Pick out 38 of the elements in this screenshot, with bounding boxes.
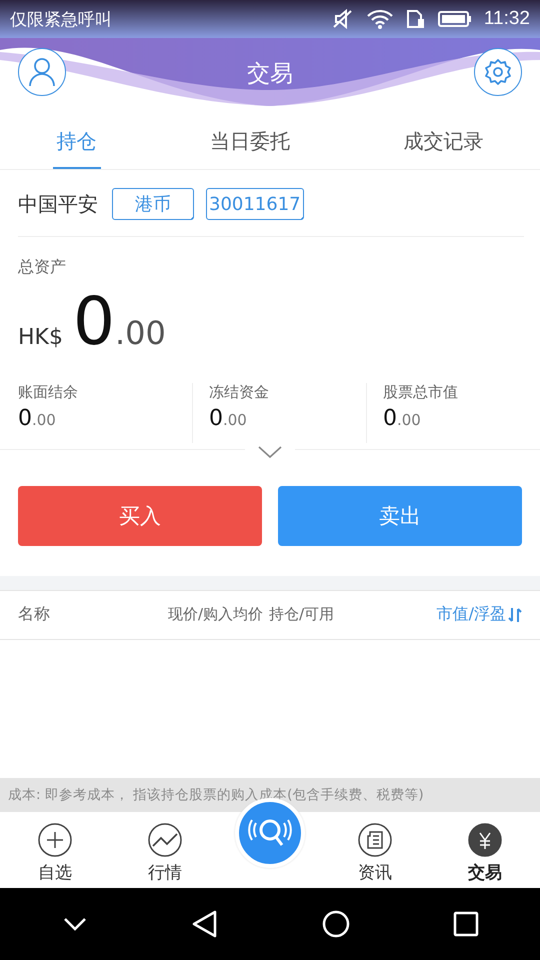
mute-icon [332, 9, 354, 29]
settings-icon [483, 57, 513, 87]
column-header: 名称 [18, 604, 51, 626]
account-name: 中国平安 [18, 190, 98, 218]
stat-value: 0.00 [383, 406, 422, 431]
column-header: 持仓/可用 [269, 605, 334, 624]
stat-label: 冻结资金 [209, 382, 270, 402]
nav-item[interactable]: 自选 [15, 822, 95, 884]
news-icon [357, 822, 393, 858]
tab[interactable]: 当日委托 [206, 118, 294, 169]
person-icon [28, 57, 56, 87]
tab[interactable]: 成交记录 [399, 118, 488, 169]
chevron-down-icon[interactable] [62, 916, 88, 932]
stat-label: 账面结余 [18, 382, 79, 402]
stat-label: 股票总市值 [383, 382, 459, 402]
nav-item[interactable]: 交易 [445, 822, 525, 884]
recents-icon[interactable] [452, 911, 478, 937]
back-icon[interactable] [190, 910, 218, 938]
nav-item[interactable]: 行情 [125, 822, 205, 884]
buy-button[interactable]: 买入 [18, 486, 262, 546]
battery-icon [438, 10, 472, 28]
stat-value: 0.00 [18, 406, 57, 431]
wifi-icon [366, 9, 394, 29]
clock-time: 11:32 [484, 8, 530, 30]
sort-icon [508, 606, 522, 623]
total-assets-label: 总资产 [18, 257, 67, 278]
page-title: 交易 [247, 60, 293, 89]
chart-icon [147, 822, 183, 858]
home-icon[interactable] [322, 910, 350, 938]
column-header: 现价/购入均价 [168, 605, 264, 624]
yuan-icon [467, 822, 503, 858]
sim-icon [406, 9, 426, 29]
status-text: 仅限紧急呼叫 [10, 8, 112, 30]
currency-prefix: HK$ [18, 325, 63, 350]
nav-item[interactable]: 资讯 [335, 822, 415, 884]
stat-value: 0.00 [209, 406, 248, 431]
plus-icon [37, 822, 73, 858]
total-assets-value: 0.00 [72, 286, 166, 359]
